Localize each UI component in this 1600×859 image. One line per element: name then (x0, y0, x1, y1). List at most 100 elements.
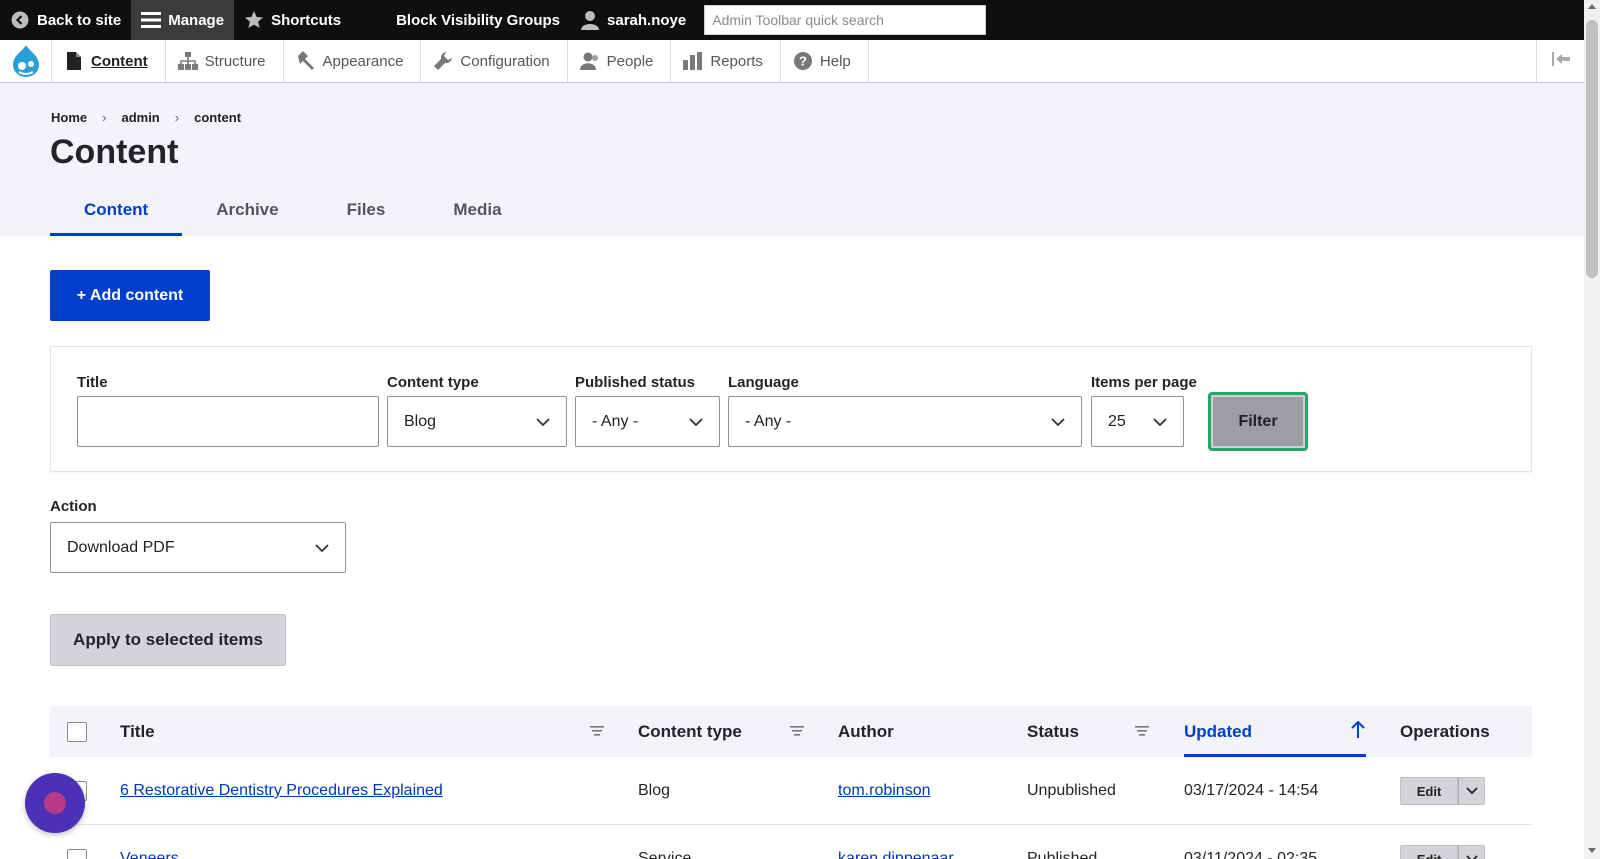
file-icon (64, 51, 84, 71)
chevron-down-icon (315, 544, 329, 553)
chat-widget-icon (44, 792, 66, 814)
chevron-down-icon (1153, 418, 1167, 427)
sort-icon[interactable] (590, 725, 604, 737)
shortcuts-tab[interactable]: Shortcuts (234, 0, 351, 40)
star-icon (244, 10, 264, 30)
language-select[interactable]: - Any - (728, 396, 1082, 447)
author-cell: karen.dippenaar (838, 825, 954, 859)
page-title: Content (50, 133, 179, 171)
row-checkbox[interactable] (67, 849, 87, 859)
back-to-site-link[interactable]: Back to site (0, 0, 131, 40)
breadcrumb-separator: › (102, 110, 107, 125)
sort-ascending-arrow-icon[interactable] (1351, 721, 1365, 739)
title-cell: 6 Restorative Dentistry Procedures Expla… (120, 757, 443, 825)
operations-toggle-button[interactable] (1458, 777, 1485, 805)
published-status-label: Published status (575, 374, 696, 391)
published-status-select[interactable]: - Any - (575, 396, 720, 447)
breadcrumb: Home › admin › content (51, 110, 241, 125)
operations-cell: Edit (1400, 825, 1485, 859)
edit-button[interactable]: Edit (1400, 777, 1458, 805)
column-header-updated[interactable]: Updated (1184, 706, 1252, 757)
column-header-status[interactable]: Status (1027, 706, 1079, 757)
user-menu[interactable]: sarah.noye (570, 0, 696, 40)
row-select-cell (67, 825, 87, 859)
tray-item-help[interactable]: ? Help (781, 40, 869, 82)
tray-item-label: Configuration (460, 52, 550, 70)
tab-files[interactable]: Files (313, 195, 420, 236)
column-header-title[interactable]: Title (120, 706, 155, 757)
updated-cell: 03/17/2024 - 14:54 (1184, 782, 1319, 799)
language-value: - Any - (745, 412, 792, 430)
tray-item-label: People (606, 52, 654, 70)
node-title-link[interactable]: 6 Restorative Dentistry Procedures Expla… (120, 782, 443, 800)
bar-chart-icon (683, 51, 703, 71)
sitemap-icon (177, 51, 198, 71)
people-icon (579, 51, 600, 71)
drupal-logo-icon[interactable] (0, 40, 52, 82)
chat-widget-button[interactable] (25, 773, 85, 833)
breadcrumb-home[interactable]: Home (51, 110, 87, 125)
node-title-link[interactable]: Veneers (120, 850, 179, 859)
breadcrumb-admin[interactable]: admin (121, 110, 159, 125)
tab-archive[interactable]: Archive (182, 195, 312, 236)
tab-content[interactable]: Content (50, 195, 183, 236)
tab-media[interactable]: Media (419, 195, 535, 236)
arrow-left-circle-icon (10, 10, 30, 30)
author-cell: tom.robinson (838, 757, 931, 825)
title-cell: Veneers (120, 825, 179, 859)
sort-icon[interactable] (1135, 725, 1149, 737)
scroll-up-arrow-icon[interactable] (1588, 4, 1596, 9)
filter-button[interactable]: Filter (1208, 392, 1308, 451)
tray-item-people[interactable]: People (568, 40, 672, 82)
block-visibility-groups-label: Block Visibility Groups (396, 11, 561, 29)
content-type-select[interactable]: Blog (387, 396, 567, 447)
breadcrumb-content[interactable]: content (194, 110, 241, 125)
chevron-down-icon (1465, 787, 1478, 795)
manage-tab[interactable]: Manage (131, 0, 235, 40)
scrollbar-thumb[interactable] (1586, 20, 1598, 278)
author-link[interactable]: tom.robinson (838, 782, 931, 800)
table-row: Veneers Service karen.dippenaar Publishe… (50, 825, 1532, 859)
page-header-region: Home › admin › content Content Content A… (0, 83, 1584, 236)
title-filter-input[interactable] (77, 396, 379, 447)
user-icon (580, 10, 600, 30)
scroll-down-arrow-icon[interactable] (1588, 848, 1596, 853)
tray-item-appearance[interactable]: Appearance (284, 40, 422, 82)
toolbar-search-input[interactable] (704, 5, 987, 35)
status-cell: Unpublished (1027, 782, 1116, 799)
operations-cell: Edit (1400, 757, 1485, 825)
author-link[interactable]: karen.dippenaar (838, 850, 954, 859)
manage-label: Manage (168, 11, 225, 29)
updated-cell: 03/11/2024 - 02:35 (1184, 850, 1318, 859)
block-visibility-groups-link[interactable]: Block Visibility Groups (386, 0, 570, 40)
user-name: sarah.noye (607, 11, 687, 29)
language-label: Language (728, 374, 799, 391)
add-content-button[interactable]: + Add content (50, 270, 210, 321)
action-value: Download PDF (67, 538, 175, 556)
content-type-value: Blog (404, 412, 437, 430)
chevron-down-icon (689, 418, 703, 427)
chevron-down-icon (536, 418, 550, 427)
tray-item-content[interactable]: Content (52, 40, 166, 82)
tray-item-label: Reports (710, 52, 763, 70)
column-header-content-type[interactable]: Content type (638, 706, 742, 757)
edit-button[interactable]: Edit (1400, 845, 1458, 859)
select-all-checkbox[interactable] (67, 721, 87, 742)
collapse-tray-button[interactable] (1536, 40, 1584, 82)
tray-item-reports[interactable]: Reports (671, 40, 781, 82)
hamburger-icon (141, 10, 162, 30)
tray-item-label: Content (91, 52, 148, 70)
page-scrollbar[interactable] (1584, 0, 1600, 859)
tray-item-configuration[interactable]: Configuration (421, 40, 568, 82)
column-header-author: Author (838, 721, 894, 741)
paintbrush-icon (296, 51, 316, 71)
apply-to-selected-button[interactable]: Apply to selected items (50, 614, 286, 666)
content-table: Title Content type Author Status Updated… (50, 706, 1532, 859)
action-select[interactable]: Download PDF (50, 522, 346, 573)
chevron-down-icon (1465, 855, 1478, 859)
sort-icon[interactable] (790, 725, 804, 737)
tray-item-structure[interactable]: Structure (166, 40, 284, 82)
items-per-page-select[interactable]: 25 (1091, 396, 1184, 447)
content-type-cell: Blog (638, 782, 671, 799)
operations-toggle-button[interactable] (1458, 845, 1485, 859)
